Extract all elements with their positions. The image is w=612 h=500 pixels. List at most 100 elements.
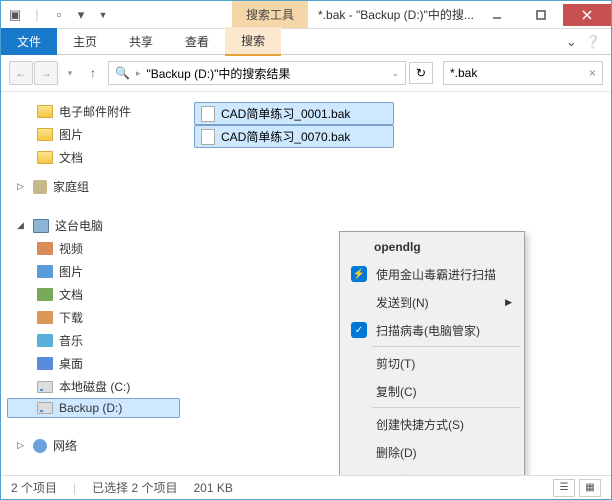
menu-item-cut[interactable]: 剪切(T) [342,349,522,377]
menu-item-copy[interactable]: 复制(C) [342,377,522,405]
qat-properties[interactable]: ▫ [49,5,69,25]
sidebar-homegroup[interactable]: ▷家庭组 [7,175,180,198]
history-dropdown[interactable]: ▾ [62,61,78,85]
menu-item-label: 重命名(M) [376,472,430,476]
file-item[interactable]: CAD简单练习_0001.bak [194,102,394,125]
sidebar-item-label: 音乐 [59,332,83,349]
menu-item-label: 删除(D) [376,444,417,461]
file-name: CAD简单练习_0001.bak [221,105,350,122]
qat-newfolder[interactable]: ▾ [71,5,91,25]
sidebar-item-docs[interactable]: 文档 [7,283,180,306]
maximize-button[interactable] [519,4,563,26]
contextual-tab-label: 搜索工具 [232,1,308,28]
menu-item-scan-virus[interactable]: ✓扫描病毒(电脑管家) [342,316,522,344]
status-sep: | [73,481,76,495]
desktop-icon [37,357,53,370]
folder-icon [37,128,53,141]
window-controls [475,4,611,26]
submenu-arrow-icon: ▶ [505,297,512,308]
sidebar: 电子邮件附件 图片 文档 ▷家庭组 ◢ 这台电脑 视频 图片 文档 下载 音乐 桌… [1,92,186,475]
view-icons-button[interactable]: ▦ [579,479,601,497]
sidebar-item-label: 图片 [59,263,83,280]
chevron-down-icon: ◢ [17,220,27,231]
status-size: 201 KB [193,481,232,495]
network-icon [33,439,47,453]
file-icon [201,129,215,145]
sidebar-item-music[interactable]: 音乐 [7,329,180,352]
documents-icon [37,288,53,301]
menu-item-delete[interactable]: 删除(D) [342,438,522,466]
drive-icon [37,381,53,393]
statusbar: 2 个项目 | 已选择 2 个项目 201 KB ☰ ▦ [1,475,611,499]
search-input[interactable]: *.bak × [443,61,603,85]
forward-button[interactable]: → [34,61,58,85]
sidebar-item-label: 网络 [53,437,77,454]
chevron-right-icon: ▷ [17,440,27,451]
sidebar-item-label: 图片 [59,126,83,143]
menu-item-label: 发送到(N) [376,294,429,311]
address-text: "Backup (D:)"中的搜索结果 [146,65,290,82]
back-button[interactable]: ← [9,61,33,85]
clear-search-icon[interactable]: × [589,66,596,80]
up-button[interactable]: ↑ [82,62,104,84]
status-item-count: 2 个项目 [11,479,57,496]
minimize-button[interactable] [475,4,519,26]
ribbon-expand-icon[interactable]: ⌄ [566,34,577,50]
sidebar-item-email[interactable]: 电子邮件附件 [7,100,180,123]
status-selected: 已选择 2 个项目 [92,479,177,496]
chevron-right-icon: ▷ [17,181,27,192]
menu-separator [372,407,520,408]
menu-item-label: 创建快捷方式(S) [376,416,464,433]
close-button[interactable] [563,4,611,26]
videos-icon [37,242,53,255]
music-icon [37,334,53,347]
menu-item-rename[interactable]: 重命名(M) [342,466,522,475]
sidebar-item-documents[interactable]: 文档 [7,146,180,169]
address-bar[interactable]: 🔍 ▸ "Backup (D:)"中的搜索结果 ⌄ [108,61,406,85]
sidebar-item-videos[interactable]: 视频 [7,237,180,260]
menu-item-label: 扫描病毒(电脑管家) [376,322,480,339]
sidebar-network[interactable]: ▷ 网络 [7,434,180,457]
titlebar: ▣ | ▫ ▾ ▼ 搜索工具 *.bak - "Backup (D:)"中的搜.… [1,1,611,29]
app-icon: ▣ [5,5,25,25]
tab-share[interactable]: 共享 [113,28,169,55]
window-title: *.bak - "Backup (D:)"中的搜... [308,6,475,23]
tab-search[interactable]: 搜索 [225,27,281,56]
sidebar-item-downloads[interactable]: 下载 [7,306,180,329]
sidebar-item-drive-c[interactable]: 本地磁盘 (C:) [7,375,180,398]
sidebar-item-pics[interactable]: 图片 [7,260,180,283]
menu-item-scan-kingsoft[interactable]: ⚡使用金山毒霸进行扫描 [342,260,522,288]
main-area: 电子邮件附件 图片 文档 ▷家庭组 ◢ 这台电脑 视频 图片 文档 下载 音乐 桌… [1,92,611,475]
pc-icon [33,219,49,233]
menu-item-label: 复制(C) [376,383,417,400]
sidebar-item-label: 电子邮件附件 [59,103,131,120]
tab-file[interactable]: 文件 [1,28,57,55]
view-details-button[interactable]: ☰ [553,479,575,497]
file-name: CAD简单练习_0070.bak [221,128,350,145]
sidebar-item-pictures[interactable]: 图片 [7,123,180,146]
qat-dropdown[interactable]: ▼ [93,5,113,25]
menu-separator [372,346,520,347]
file-item[interactable]: CAD简单练习_0070.bak [194,125,394,148]
downloads-icon [37,311,53,324]
context-menu: opendlg ⚡使用金山毒霸进行扫描 发送到(N)▶ ✓扫描病毒(电脑管家) … [339,231,525,475]
tab-view[interactable]: 查看 [169,28,225,55]
qat: ▣ | ▫ ▾ ▼ [1,5,117,25]
refresh-button[interactable]: ↻ [409,62,433,84]
sidebar-item-label: Backup (D:) [59,401,122,415]
sidebar-item-label: 这台电脑 [55,217,103,234]
address-dropdown-icon[interactable]: ⌄ [391,68,399,79]
ribbon: 文件 主页 共享 查看 搜索 ⌄ ❔ [1,29,611,55]
menu-item-sendto[interactable]: 发送到(N) ▶ [342,288,522,316]
breadcrumb-sep: ▸ [136,68,141,79]
sidebar-item-label: 文档 [59,149,83,166]
sidebar-item-desktop[interactable]: 桌面 [7,352,180,375]
shield-icon: ⚡ [351,266,367,282]
help-icon[interactable]: ❔ [585,34,601,50]
menu-header: opendlg [342,234,522,260]
menu-item-shortcut[interactable]: 创建快捷方式(S) [342,410,522,438]
tab-home[interactable]: 主页 [57,28,113,55]
folder-icon [37,151,53,164]
sidebar-this-pc[interactable]: ◢ 这台电脑 [7,214,180,237]
sidebar-item-drive-d[interactable]: Backup (D:) [7,398,180,418]
